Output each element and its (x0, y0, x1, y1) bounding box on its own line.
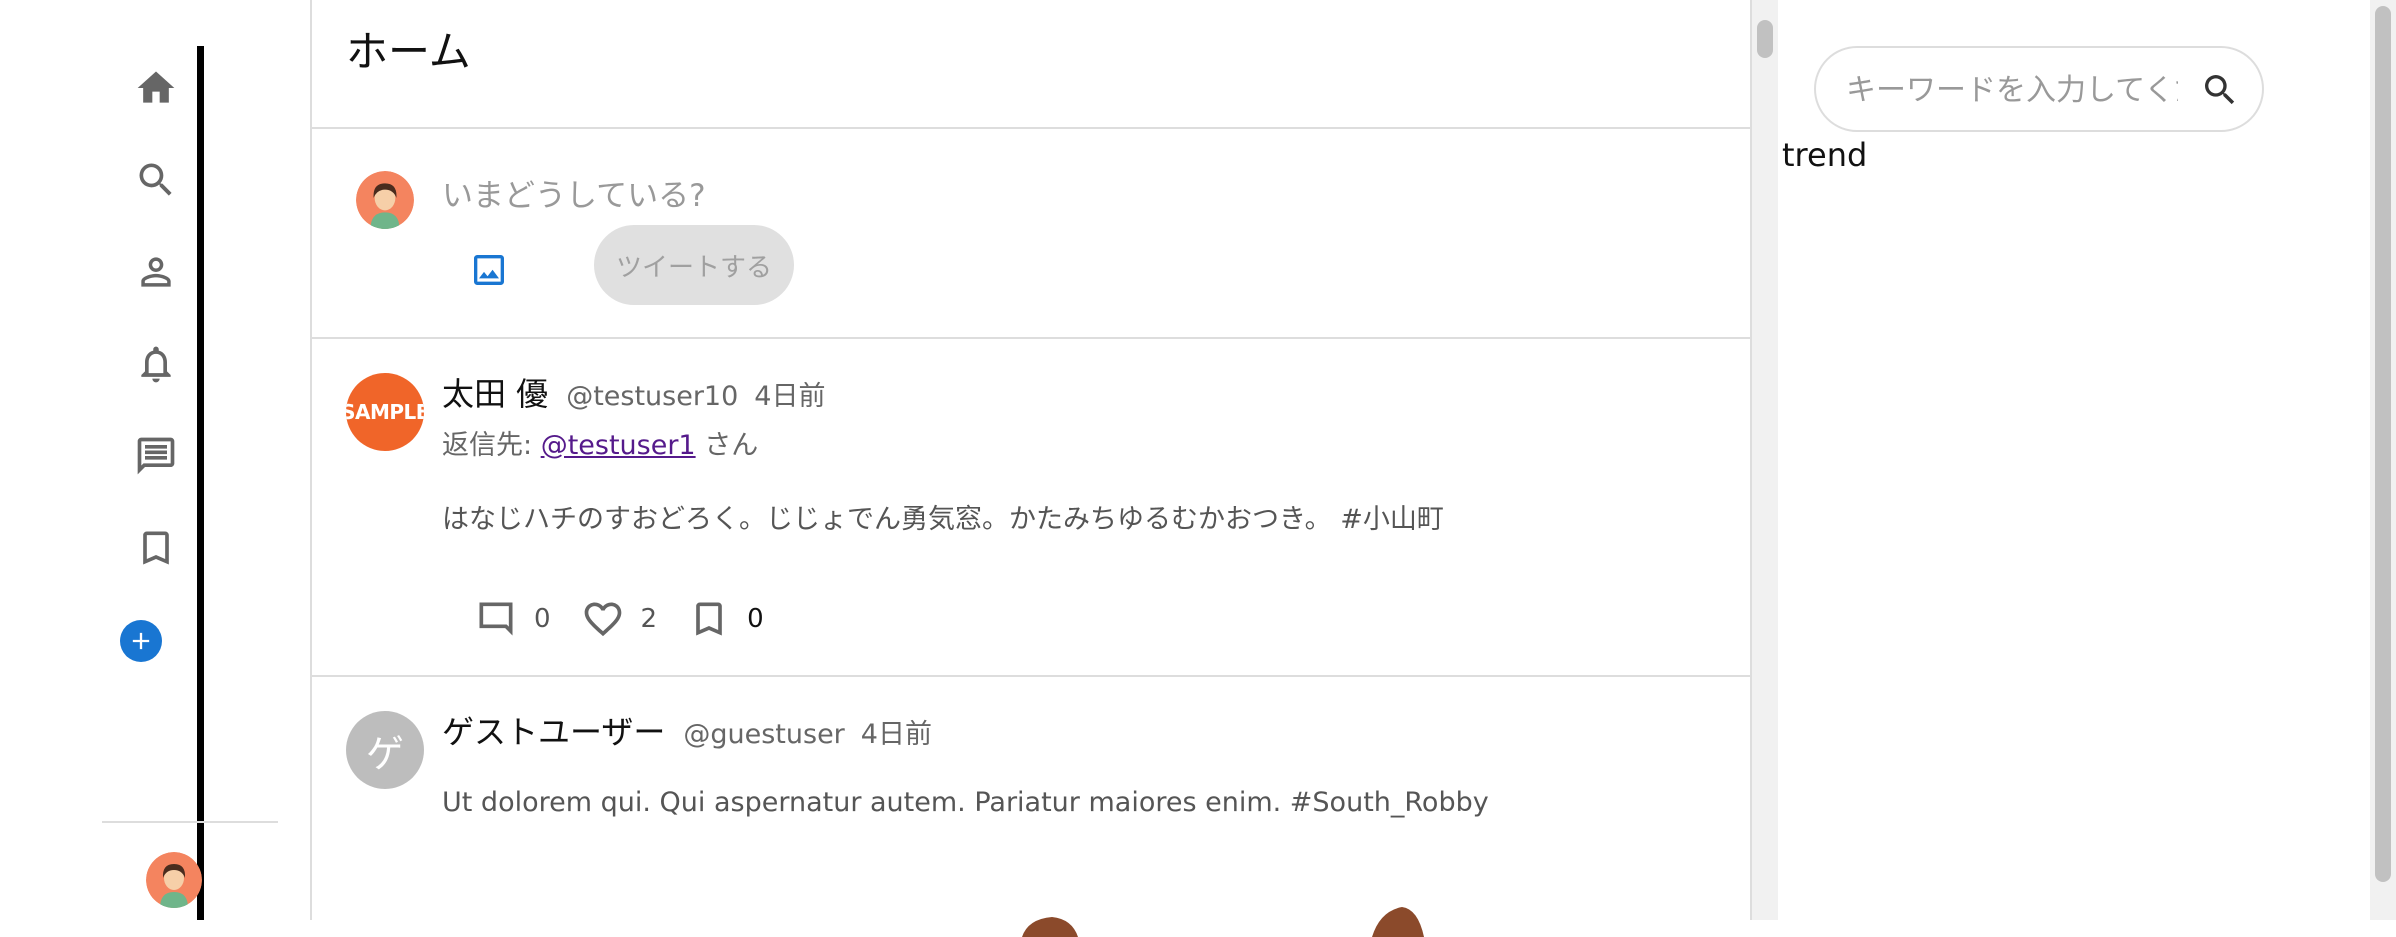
tweet-avatar[interactable]: SAMPLE (346, 373, 424, 451)
tweet-author-handle[interactable]: @testuser10 (566, 381, 738, 412)
add-circle-icon[interactable] (120, 620, 162, 662)
trend-heading: trend (1782, 136, 1868, 174)
image-icon[interactable] (462, 243, 516, 297)
left-nav (0, 0, 310, 920)
compose-box: ツイートする (312, 129, 1750, 339)
bookmark-count: 0 (747, 604, 764, 634)
timeline: ホーム ツイートする SAMPLE 太田 優 @testuser10 4日前 返… (310, 0, 1752, 937)
search-icon[interactable] (132, 156, 180, 204)
bookmark-outline-icon (696, 602, 722, 636)
message-icon[interactable] (132, 432, 180, 480)
reply-handle-link[interactable]: @testuser1 (541, 430, 696, 461)
tweet-button[interactable]: ツイートする (594, 225, 794, 305)
reply-suffix: さん (695, 430, 759, 461)
avatar-initial: ゲ (365, 731, 404, 776)
page-title: ホーム (346, 27, 471, 76)
timeline-scrollbar[interactable] (1757, 20, 1773, 58)
reply-to-line: 返信先: @testuser1 さん (442, 423, 758, 462)
tweet-item[interactable]: SAMPLE 太田 優 @testuser10 4日前 返信先: @testus… (312, 339, 1750, 677)
tweet-avatar[interactable]: ゲ (346, 711, 424, 789)
search-icon[interactable] (2198, 68, 2242, 112)
tweet-body: Ut dolorem qui. Qui aspernatur autem. Pa… (442, 787, 1489, 818)
page-scrollbar[interactable] (2375, 6, 2391, 882)
tweet-image[interactable] (712, 897, 1512, 937)
user-avatar[interactable] (146, 852, 202, 908)
tweet-author-name[interactable]: 太田 優 (442, 369, 548, 415)
comment-icon (479, 602, 513, 636)
tweet-timestamp: 4日前 (754, 381, 826, 412)
bookmark-button[interactable]: 0 (687, 597, 764, 641)
tweet-header: 太田 優 @testuser10 4日前 (442, 369, 825, 415)
tweet-timestamp: 4日前 (860, 719, 932, 750)
reply-prefix: 返信先: (442, 430, 541, 461)
compose-avatar (356, 171, 414, 229)
timeline-scrollbar-track (1752, 0, 1778, 920)
compose-input[interactable] (442, 171, 1642, 221)
tweet-actions: 0 2 0 (474, 597, 794, 641)
search-input[interactable] (1846, 66, 2178, 114)
tweet-body: はなじハチのすおどろく。じじょでん勇気窓。かたみちゆるむかおつき。 #小山町 (442, 504, 1444, 535)
heart-icon (584, 602, 621, 637)
page-header: ホーム (312, 0, 1750, 129)
tweet-header: ゲストユーザー @guestuser 4日前 (442, 707, 932, 753)
search-box (1814, 46, 2264, 132)
avatar-sample-text: SAMPLE (346, 400, 424, 424)
tweet-author-handle[interactable]: @guestuser (683, 719, 844, 750)
tweet-author-name[interactable]: ゲストユーザー (442, 707, 665, 753)
like-button[interactable]: 2 (581, 597, 658, 641)
sidebar-divider (102, 821, 278, 823)
person-icon[interactable] (132, 248, 180, 296)
bookmark-icon[interactable] (132, 524, 180, 572)
bell-icon[interactable] (132, 340, 180, 388)
comment-button[interactable]: 0 (474, 597, 551, 641)
like-count: 2 (640, 604, 658, 634)
vertical-divider (197, 46, 204, 920)
tweet-item[interactable]: ゲ ゲストユーザー @guestuser 4日前 Ut dolorem qui.… (312, 677, 1750, 937)
comment-count: 0 (534, 604, 551, 634)
home-icon[interactable] (132, 64, 180, 112)
